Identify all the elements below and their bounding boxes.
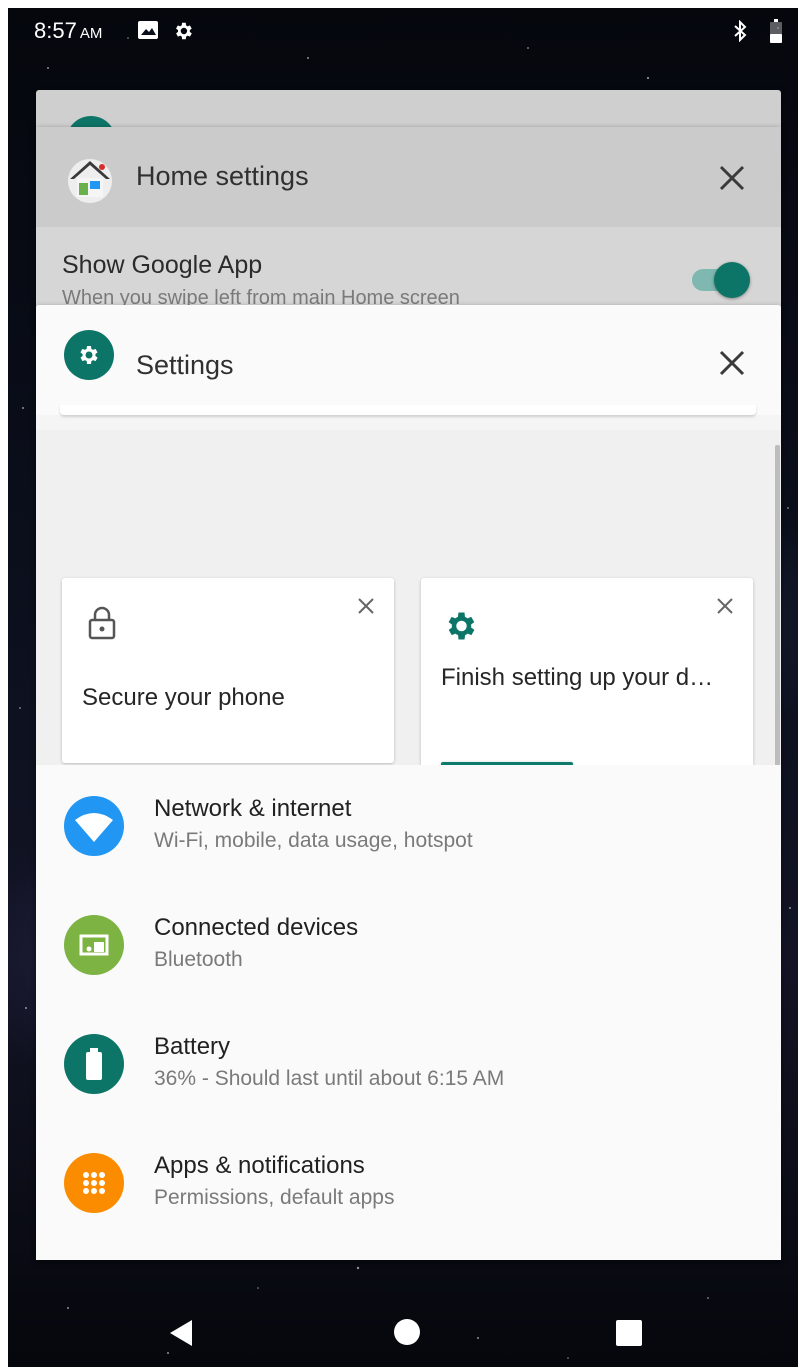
card-header: Home settings: [36, 127, 781, 227]
clock-ampm: AM: [79, 25, 103, 42]
close-icon[interactable]: [717, 348, 747, 378]
settings-app-icon: [64, 330, 114, 380]
battery-icon: [770, 19, 782, 48]
apps-grid-icon: [64, 1153, 124, 1213]
recent-app-card-home-settings[interactable]: Home settings Show Google App When you s…: [36, 127, 781, 327]
card-title: Home settings: [136, 161, 309, 191]
devices-icon: [64, 915, 124, 975]
option-title: Show Google App: [62, 251, 263, 279]
item-title: Battery: [154, 1033, 231, 1060]
item-title: Network & internet: [154, 795, 352, 822]
list-item-connected-devices[interactable]: Connected devices Bluetooth: [36, 884, 781, 1002]
dismiss-icon[interactable]: [714, 595, 736, 617]
bluetooth-icon: [732, 19, 748, 47]
image-icon: [137, 20, 159, 45]
wifi-icon: [64, 796, 124, 856]
suggestion-text: Finish setting up your d…: [441, 664, 714, 691]
dismiss-icon[interactable]: [355, 595, 377, 617]
item-subtitle: 36% - Should last until about 6:15 AM: [154, 1067, 505, 1090]
item-subtitle: Bluetooth: [154, 948, 243, 971]
gear-icon: [172, 20, 194, 47]
status-bar: 8:57 AM: [8, 8, 798, 52]
settings-list: Network & internet Wi-Fi, mobile, data u…: [36, 765, 781, 1260]
recents-icon[interactable]: [616, 1320, 642, 1351]
toggle-thumb[interactable]: [714, 262, 750, 298]
home-app-icon: [64, 153, 116, 210]
recent-app-card-settings[interactable]: Settings Secure your phone Finish settin…: [36, 305, 781, 1260]
list-item-battery[interactable]: Battery 36% - Should last until about 6:…: [36, 1003, 781, 1121]
status-time: 8:57 AM: [34, 18, 102, 44]
close-icon[interactable]: [717, 163, 747, 193]
suggestion-card-secure[interactable]: Secure your phone: [62, 578, 394, 763]
navigation-bar: [8, 1278, 798, 1367]
gear-icon: [442, 608, 478, 649]
list-item-apps-notifications[interactable]: Apps & notifications Permissions, defaul…: [36, 1122, 781, 1240]
card-title: Settings: [136, 350, 234, 380]
home-icon[interactable]: [393, 1318, 421, 1351]
battery-icon: [64, 1034, 124, 1094]
clock-time: 8:57: [34, 18, 77, 43]
search-bar-edge: [60, 405, 756, 415]
item-title: Connected devices: [154, 914, 359, 941]
back-icon[interactable]: [168, 1318, 196, 1353]
suggestions-area: Secure your phone Finish setting up your…: [36, 430, 781, 861]
list-item-network[interactable]: Network & internet Wi-Fi, mobile, data u…: [36, 765, 781, 883]
item-title: Apps & notifications: [154, 1152, 365, 1179]
screen: 8:57 AM Home settings Show Google App Wh…: [8, 8, 798, 1367]
item-subtitle: Permissions, default apps: [154, 1186, 395, 1209]
card-header: Settings: [36, 305, 781, 415]
suggestion-text: Secure your phone: [82, 684, 285, 711]
item-subtitle: Wi-Fi, mobile, data usage, hotspot: [154, 829, 473, 852]
lock-icon: [88, 606, 116, 645]
